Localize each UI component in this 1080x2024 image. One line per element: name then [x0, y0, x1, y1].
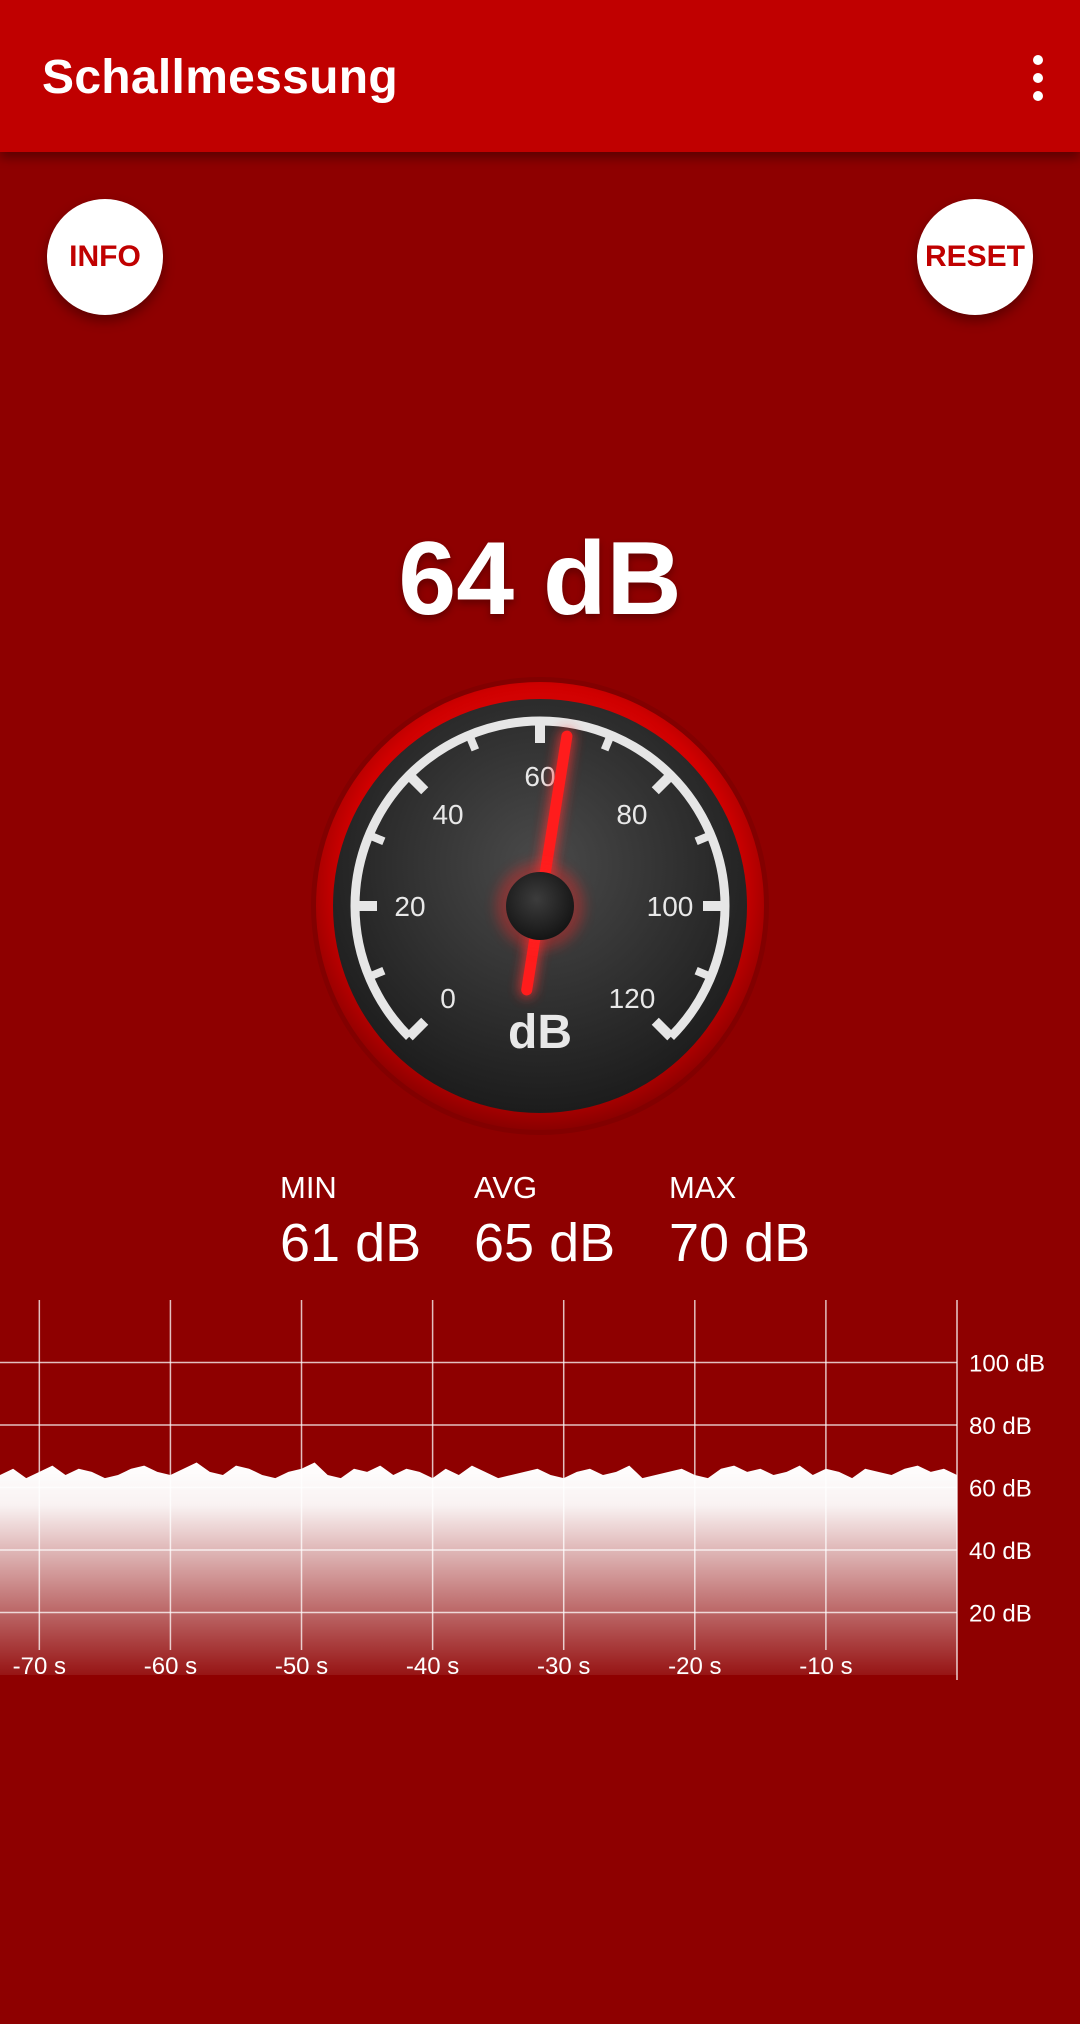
gauge-scale-label: 100: [647, 891, 694, 922]
history-y-tick-label: 40 dB: [969, 1538, 1032, 1565]
gauge-hub: [506, 872, 574, 940]
info-button[interactable]: INFO: [47, 199, 163, 315]
history-x-tick-label: -70 s: [13, 1653, 66, 1680]
history-y-tick-label: 60 dB: [969, 1476, 1032, 1503]
sound-history-chart: -70 s -60 s -50 s -40 s -30 s -20 s -10 s 100 …: [0, 1300, 1045, 1680]
history-x-tick-label: -40 s: [406, 1653, 459, 1680]
gauge-tick: [600, 733, 615, 752]
menu-dot: [1033, 91, 1043, 101]
history-x-tick-label: -30 s: [537, 1653, 590, 1680]
gauge-unit-label: dB: [508, 1006, 572, 1059]
history-x-tick-label: -60 s: [144, 1653, 197, 1680]
gauge-scale-label: 80: [616, 799, 647, 830]
avg-value: 65 dB: [474, 1213, 616, 1273]
more-vert-icon[interactable]: [996, 40, 1080, 116]
avg-stat: AVG 65 dB: [474, 1170, 615, 1274]
gauge-tick: [694, 831, 713, 846]
max-stat: MAX 70 dB: [669, 1170, 810, 1274]
history-y-labels: 100 dB 80 dB 60 dB 40 dB 20 dB: [969, 1351, 1045, 1628]
sound-level-gauge: 0 20 40 60 80 100 120 dB: [311, 677, 769, 1135]
gauge-scale-label: 40: [432, 799, 463, 830]
gauge-scale-label: 120: [609, 983, 656, 1014]
gauge-scale-label: 60: [524, 761, 555, 792]
app-title: Schallmessung: [42, 51, 399, 104]
gauge-tick: [367, 966, 386, 981]
current-db-value: 64 dB: [398, 521, 682, 637]
history-y-tick-label: 100 dB: [969, 1351, 1045, 1378]
min-label: MIN: [280, 1170, 337, 1205]
history-x-tick-label: -20 s: [668, 1653, 721, 1680]
history-x-tick-label: -50 s: [275, 1653, 328, 1680]
min-stat: MIN 61 dB: [280, 1170, 421, 1274]
gauge-tick: [694, 966, 713, 981]
min-value: 61 dB: [280, 1213, 422, 1273]
gauge-scale-label: 0: [440, 983, 456, 1014]
max-label: MAX: [669, 1170, 737, 1205]
history-x-tick-label: -10 s: [799, 1653, 852, 1680]
max-value: 70 dB: [669, 1213, 811, 1273]
menu-dot: [1033, 73, 1043, 83]
reset-button[interactable]: RESET: [917, 199, 1033, 315]
app-bar: Schallmessung: [0, 0, 1080, 152]
avg-label: AVG: [474, 1170, 538, 1205]
history-y-tick-label: 20 dB: [969, 1601, 1032, 1628]
history-y-tick-label: 80 dB: [969, 1413, 1032, 1440]
history-area-series: [0, 1462, 957, 1675]
menu-dot: [1033, 55, 1043, 65]
gauge-scale-label: 20: [394, 891, 425, 922]
gauge-tick: [465, 733, 480, 752]
gauge-tick: [367, 831, 386, 846]
